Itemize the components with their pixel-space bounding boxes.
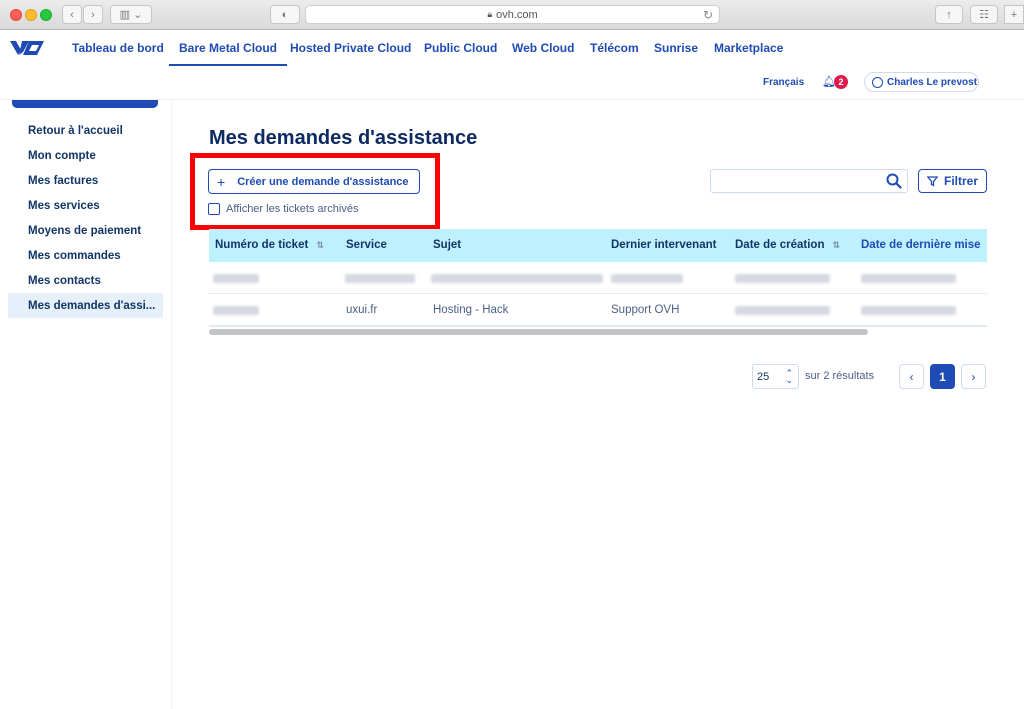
address-bar[interactable]: 🔒︎ ovh.com ↻ (305, 5, 720, 24)
chevron-left-icon: ‹ (909, 369, 914, 384)
nav-public-cloud[interactable]: Public Cloud (424, 41, 497, 55)
ovh-logo-icon[interactable] (9, 38, 45, 58)
user-name: Charles Le prevost (887, 76, 978, 88)
cell-last-agent: Support OVH (611, 304, 680, 316)
user-menu-button[interactable]: Charles Le prevost (864, 72, 979, 92)
sidebar: Retour à l'accueil Mon compte Mes factur… (0, 100, 172, 709)
sidebar-item-moyens-paiement[interactable]: Moyens de paiement (8, 218, 163, 243)
sidebar-item-retour-accueil[interactable]: Retour à l'accueil (8, 118, 163, 143)
url-text: ovh.com (496, 8, 538, 21)
language-selector[interactable]: Français (763, 77, 804, 88)
show-archived-toggle[interactable]: Afficher les tickets archivés (208, 203, 358, 215)
previous-page-button[interactable]: ‹ (899, 364, 924, 389)
sidebar-item-mes-services[interactable]: Mes services (8, 193, 163, 218)
nav-tableau-de-bord[interactable]: Tableau de bord (72, 41, 164, 55)
col-created-date-label: Date de création (735, 239, 825, 251)
new-tab-icon[interactable]: + (1004, 5, 1024, 24)
user-icon (872, 76, 883, 88)
top-navigation: Tableau de bord Bare Metal Cloud Hosted … (0, 30, 1024, 66)
reload-icon[interactable]: ↻ (703, 8, 713, 22)
forward-icon[interactable]: › (83, 5, 103, 24)
sidebar-item-mes-factures[interactable]: Mes factures (8, 168, 163, 193)
tab-overview-icon[interactable]: ☷ (970, 5, 998, 24)
next-page-button[interactable]: › (961, 364, 986, 389)
redacted-subject (431, 274, 603, 283)
sidebar-item-mes-commandes[interactable]: Mes commandes (8, 243, 163, 268)
redacted-last-agent (611, 274, 683, 283)
page-1-button[interactable]: 1 (930, 364, 955, 389)
redacted-ticket-number (213, 274, 259, 283)
filter-label: Filtrer (943, 174, 978, 188)
col-ticket-number-label: Numéro de ticket (215, 239, 309, 251)
nav-bare-metal-cloud[interactable]: Bare Metal Cloud (168, 41, 288, 66)
col-service[interactable]: Service (346, 239, 387, 251)
page-title: Mes demandes d'assistance (209, 127, 478, 149)
nav-web-cloud[interactable]: Web Cloud (512, 41, 574, 55)
col-ticket-number[interactable]: Numéro de ticket ⇅ (215, 239, 324, 251)
sidebar-item-mes-demandes-assistance[interactable]: Mes demandes d'assi... (8, 293, 163, 318)
col-updated-date[interactable]: Date de dernière mise (861, 239, 981, 251)
redacted-ticket-number (213, 306, 259, 315)
sidebar-item-mon-compte[interactable]: Mon compte (8, 143, 163, 168)
page-size-value: 25 (757, 370, 770, 383)
nav-sunrise[interactable]: Sunrise (654, 41, 698, 55)
table-header: Numéro de ticket ⇅ Service Sujet Dernier … (209, 229, 987, 262)
lock-icon: 🔒︎ (487, 9, 493, 19)
filter-button[interactable]: Filtrer (918, 169, 987, 193)
page-size-select[interactable]: 25 ⌃ ⌄ (752, 364, 799, 389)
chevron-right-icon: › (971, 369, 976, 384)
filter-icon (926, 175, 938, 187)
sidebar-item-mes-contacts[interactable]: Mes contacts (8, 268, 163, 293)
archived-checkbox-label: Afficher les tickets archivés (226, 203, 359, 215)
browser-toolbar: ‹ › ▥ ⌄ ◐ 🔒︎ ovh.com ↻ ↑ ☷ + (0, 0, 1024, 30)
sidebar-toggle-icon[interactable]: ▥ ⌄ (110, 5, 152, 24)
archived-checkbox[interactable] (208, 203, 220, 215)
sort-icon[interactable]: ⇅ (832, 240, 840, 250)
share-icon[interactable]: ↑ (935, 5, 963, 24)
nav-hosted-private-cloud[interactable]: Hosted Private Cloud (290, 41, 411, 55)
close-window-button[interactable] (10, 9, 22, 21)
user-bar: Français 🔔︎ 2 Charles Le prevost (0, 66, 1024, 100)
cell-service: uxui.fr (346, 304, 378, 316)
col-subject[interactable]: Sujet (433, 239, 461, 251)
back-icon[interactable]: ‹ (62, 5, 82, 24)
tickets-table: Numéro de ticket ⇅ Service Sujet Dernier … (209, 229, 987, 327)
chevron-up-down-icon: ⌃ ⌄ (785, 368, 793, 385)
table-row[interactable] (209, 262, 987, 294)
sidebar-top-button[interactable] (12, 100, 158, 108)
notification-count-badge[interactable]: 2 (834, 75, 848, 89)
sort-icon[interactable]: ⇅ (316, 240, 324, 250)
search-input[interactable] (710, 169, 908, 193)
minimize-window-button[interactable] (25, 9, 37, 21)
col-last-agent[interactable]: Dernier intervenant (611, 239, 716, 251)
redacted-updated-date (861, 306, 956, 315)
redacted-created-date (735, 306, 830, 315)
table-horizontal-scrollbar[interactable] (209, 329, 868, 335)
redacted-service (345, 274, 415, 283)
create-ticket-label: Créer une demande d'assistance (237, 175, 409, 188)
nav-telecom[interactable]: Télécom (590, 41, 639, 55)
cell-subject: Hosting - Hack (433, 304, 509, 316)
col-created-date[interactable]: Date de création ⇅ (735, 239, 840, 251)
table-row[interactable]: uxui.fr Hosting - Hack Support OVH (209, 294, 987, 326)
zoom-window-button[interactable] (40, 9, 52, 21)
results-count: sur 2 résultats (805, 370, 875, 382)
nav-marketplace[interactable]: Marketplace (714, 41, 783, 55)
privacy-shield-icon[interactable]: ◐ (270, 5, 300, 24)
redacted-updated-date (861, 274, 956, 283)
plus-icon: + (217, 173, 226, 190)
search-icon[interactable] (885, 172, 903, 190)
create-ticket-button[interactable]: + Créer une demande d'assistance (208, 169, 420, 194)
redacted-created-date (735, 274, 830, 283)
